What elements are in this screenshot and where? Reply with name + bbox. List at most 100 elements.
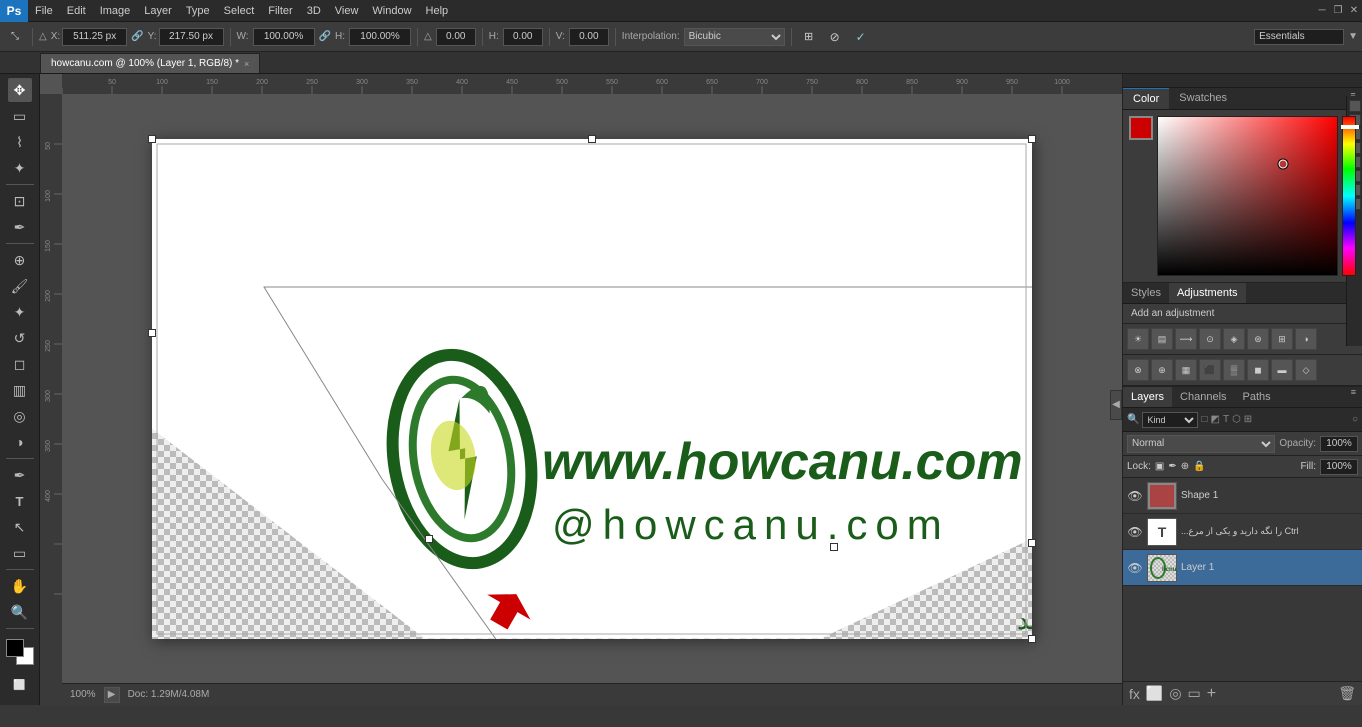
lock-move-icon[interactable]: ⊕ — [1181, 461, 1189, 472]
menu-3d[interactable]: 3D — [300, 3, 328, 19]
filter-pixel-icon[interactable]: □ — [1201, 414, 1207, 425]
lock-all-icon[interactable]: 🔒 — [1193, 461, 1205, 472]
tab-channels[interactable]: Channels — [1172, 387, 1234, 407]
filter-toggle[interactable]: ○ — [1352, 414, 1358, 425]
spot-heal-tool[interactable]: ⊕ — [8, 248, 32, 272]
h-input[interactable] — [349, 28, 411, 46]
menu-image[interactable]: Image — [93, 3, 138, 19]
transform-handle-mr[interactable] — [1028, 539, 1036, 547]
layer-visibility-shape1[interactable]: 👁 — [1127, 488, 1143, 504]
layer-visibility-text[interactable]: 👁 — [1127, 524, 1143, 540]
adj-levels[interactable]: ▤ — [1151, 328, 1173, 350]
minimize-button[interactable]: ─ — [1314, 0, 1330, 22]
opacity-input[interactable] — [1320, 436, 1358, 452]
delete-layer-icon[interactable]: 🗑 — [1338, 685, 1356, 702]
filter-smart-icon[interactable]: ⊞ — [1244, 414, 1252, 425]
menu-view[interactable]: View — [328, 3, 366, 19]
pen-tool[interactable]: ✒ — [8, 463, 32, 487]
adj-selectivecolor[interactable]: ◇ — [1295, 359, 1317, 381]
adj-curves[interactable]: ⟿ — [1175, 328, 1197, 350]
transform-handle-tl[interactable] — [148, 135, 156, 143]
menu-select[interactable]: Select — [217, 3, 262, 19]
adj-colorlookup[interactable]: ▦ — [1175, 359, 1197, 381]
adj-colorbalance[interactable]: ⊞ — [1271, 328, 1293, 350]
panel-sidebar-icon-1[interactable] — [1349, 100, 1361, 112]
lasso-tool[interactable]: ⌇ — [8, 130, 32, 154]
tab-styles[interactable]: Styles — [1123, 283, 1169, 303]
tab-swatches[interactable]: Swatches — [1169, 88, 1237, 109]
menu-edit[interactable]: Edit — [60, 3, 93, 19]
restore-button[interactable]: ❐ — [1330, 0, 1346, 22]
tab-paths[interactable]: Paths — [1235, 387, 1279, 407]
history-brush-tool[interactable]: ↺ — [8, 326, 32, 350]
document-tab[interactable]: howcanu.com @ 100% (Layer 1, RGB/8) * × — [40, 53, 260, 73]
add-link-style-icon[interactable]: fx — [1129, 686, 1140, 702]
adj-posterize[interactable]: ▒ — [1223, 359, 1245, 381]
tab-layers[interactable]: Layers — [1123, 387, 1172, 407]
close-button[interactable]: ✕ — [1346, 0, 1362, 22]
h-skew-input[interactable] — [503, 28, 543, 46]
add-mask-icon[interactable]: ⬜ — [1146, 685, 1163, 702]
transform-handle-bc[interactable] — [830, 543, 838, 551]
layers-panel-menu[interactable]: ≡ — [1351, 387, 1362, 407]
menu-window[interactable]: Window — [365, 3, 418, 19]
transform-handle-br[interactable] — [1028, 635, 1036, 643]
cancel-transform-button[interactable]: ⊘ — [824, 26, 846, 48]
adj-huesat[interactable]: ⊛ — [1247, 328, 1269, 350]
marquee-tool[interactable]: ▭ — [8, 104, 32, 128]
tab-color[interactable]: Color — [1123, 88, 1169, 109]
layer-row-layer1[interactable]: 👁 hcnu — [1123, 550, 1362, 586]
adj-gradientmap[interactable]: ▬ — [1271, 359, 1293, 381]
transform-handle-tc[interactable] — [588, 135, 596, 143]
rotate-input[interactable] — [436, 28, 476, 46]
adj-brightness[interactable]: ☀ — [1127, 328, 1149, 350]
menu-help[interactable]: Help — [419, 3, 456, 19]
transform-handle-ml[interactable] — [148, 329, 156, 337]
quick-mask-button[interactable]: ⬜ — [8, 673, 32, 697]
move-tool[interactable]: ✥ — [8, 78, 32, 102]
type-tool[interactable]: T — [8, 489, 32, 513]
crop-tool[interactable]: ⊡ — [8, 189, 32, 213]
photoshop-canvas[interactable]: www.howcanu.com @howcanu.com Ctrl را نگه… — [152, 139, 1032, 639]
lock-pixels-icon[interactable]: ▣ — [1155, 461, 1164, 472]
gradient-tool[interactable]: ▥ — [8, 378, 32, 402]
y-input[interactable] — [159, 28, 224, 46]
path-select-tool[interactable]: ↖ — [8, 515, 32, 539]
menu-layer[interactable]: Layer — [137, 3, 179, 19]
brush-tool[interactable]: 🖌 — [8, 274, 32, 298]
shape-tool[interactable]: ▭ — [8, 541, 32, 565]
move-tool-options-icon[interactable]: ⤡ — [4, 26, 26, 48]
foreground-color-swatch[interactable] — [6, 639, 24, 657]
warp-icon[interactable]: ⊞ — [798, 26, 820, 48]
workspace-input[interactable] — [1254, 29, 1344, 45]
x-input[interactable] — [62, 28, 127, 46]
eraser-tool[interactable]: ◻ — [8, 352, 32, 376]
interpolation-select[interactable]: Bicubic Bilinear Nearest Neighbor — [684, 28, 785, 46]
fill-input[interactable] — [1320, 459, 1358, 475]
fg-color-box[interactable] — [1129, 116, 1153, 140]
clone-stamp-tool[interactable]: ✦ — [8, 300, 32, 324]
confirm-transform-button[interactable]: ✓ — [850, 26, 872, 48]
dodge-tool[interactable]: ◑ — [8, 430, 32, 454]
adj-bw[interactable]: ◑ — [1295, 328, 1317, 350]
layer-visibility-layer1[interactable]: 👁 — [1127, 560, 1143, 576]
statusbar-arrow[interactable]: ▶ — [104, 687, 120, 703]
tab-adjustments[interactable]: Adjustments — [1169, 283, 1246, 303]
layer-filter-select[interactable]: Kind Name Effect Mode Attribute Color — [1142, 412, 1198, 428]
zoom-tool[interactable]: 🔍 — [8, 600, 32, 624]
adj-exposure[interactable]: ⊙ — [1199, 328, 1221, 350]
blend-mode-select[interactable]: Normal Dissolve Multiply Screen Overlay — [1127, 435, 1275, 453]
transform-handle-bl[interactable] — [425, 535, 433, 543]
transform-handle-tr[interactable] — [1028, 135, 1036, 143]
eyedropper-tool[interactable]: ✒ — [8, 215, 32, 239]
menu-file[interactable]: File — [28, 3, 60, 19]
menu-filter[interactable]: Filter — [261, 3, 299, 19]
adj-channelmix[interactable]: ⊕ — [1151, 359, 1173, 381]
hue-bar[interactable] — [1342, 116, 1356, 276]
v-skew-input[interactable] — [569, 28, 609, 46]
adj-threshold[interactable]: ◼ — [1247, 359, 1269, 381]
filter-shape-icon[interactable]: ⬡ — [1232, 414, 1241, 425]
w-input[interactable] — [253, 28, 315, 46]
adj-photofilter[interactable]: ⊗ — [1127, 359, 1149, 381]
blur-tool[interactable]: ◎ — [8, 404, 32, 428]
